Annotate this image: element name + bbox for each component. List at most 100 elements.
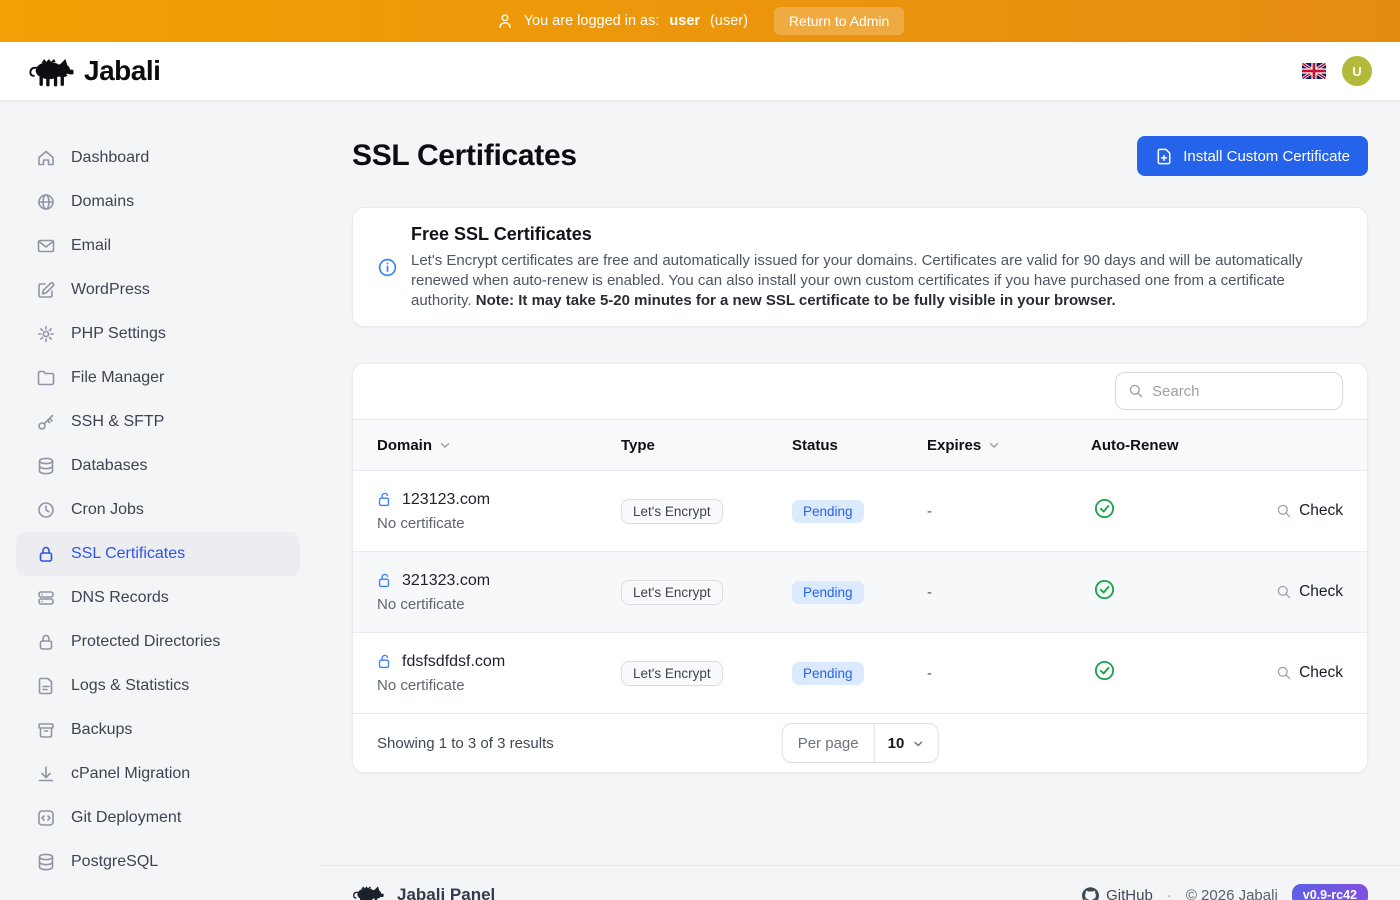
sidebar-item-label: Domains (71, 193, 134, 211)
certificate-status-text: No certificate (377, 677, 621, 694)
sidebar-item-php-settings[interactable]: PHP Settings (16, 312, 300, 356)
auto-renew-check-icon (1093, 578, 1116, 601)
auto-renew-check-icon (1093, 497, 1116, 520)
github-label: GitHub (1106, 887, 1153, 900)
sidebar-item-label: SSH & SFTP (71, 413, 164, 431)
sidebar-item-git-deployment[interactable]: Git Deployment (16, 796, 300, 840)
type-badge: Let's Encrypt (621, 661, 723, 686)
table-row: fdsfsdfdsf.com No certificate Let's Encr… (353, 633, 1367, 714)
search-icon (1276, 665, 1292, 681)
search-input[interactable] (1152, 383, 1330, 400)
info-body-note: Note: It may take 5-20 minutes for a new… (476, 292, 1116, 309)
sidebar-item-label: WordPress (71, 281, 150, 299)
type-badge: Let's Encrypt (621, 580, 723, 605)
server-icon (36, 588, 56, 608)
sidebar-item-label: Logs & Statistics (71, 677, 189, 695)
table-row: 123123.com No certificate Let's Encrypt … (353, 471, 1367, 552)
sidebar-item-protected-directories[interactable]: Protected Directories (16, 620, 300, 664)
sidebar-item-logs-statistics[interactable]: Logs & Statistics (16, 664, 300, 708)
language-flag-icon[interactable] (1302, 63, 1326, 79)
sidebar-item-dashboard[interactable]: Dashboard (16, 136, 300, 180)
check-certificate-button[interactable]: Check (1276, 664, 1343, 682)
search-icon (1276, 503, 1292, 519)
sidebar-item-label: PHP Settings (71, 325, 166, 343)
chevron-down-icon (987, 438, 1001, 452)
padlock-icon (36, 632, 56, 652)
return-to-admin-button[interactable]: Return to Admin (774, 7, 904, 35)
lock-icon (36, 544, 56, 564)
chevron-down-icon (438, 438, 452, 452)
sidebar-item-email[interactable]: Email (16, 224, 300, 268)
github-link[interactable]: GitHub (1082, 887, 1153, 900)
sidebar-item-databases[interactable]: Databases (16, 444, 300, 488)
per-page-select[interactable]: Per page 10 (782, 723, 939, 763)
file-plus-icon (1155, 147, 1174, 166)
column-label: Auto-Renew (1091, 437, 1179, 454)
user-avatar[interactable]: U (1342, 56, 1372, 86)
column-label: Status (792, 437, 838, 454)
copyright-text: © 2026 Jabali (1186, 887, 1278, 900)
search-icon (1276, 584, 1292, 600)
footer-brand-name: Jabali Panel (397, 885, 495, 900)
results-summary: Showing 1 to 3 of 3 results (377, 735, 554, 752)
chevron-down-icon (911, 737, 924, 750)
status-badge: Pending (792, 662, 864, 685)
column-header-type: Type (621, 437, 792, 454)
check-certificate-button[interactable]: Check (1276, 502, 1343, 520)
sidebar-item-wordpress[interactable]: WordPress (16, 268, 300, 312)
github-icon (1082, 887, 1099, 900)
sidebar-item-cron-jobs[interactable]: Cron Jobs (16, 488, 300, 532)
sidebar-item-label: File Manager (71, 369, 164, 387)
sidebar-item-label: Dashboard (71, 149, 149, 167)
auto-renew-check-icon (1093, 659, 1116, 682)
mail-icon (36, 236, 56, 256)
gear-icon (36, 324, 56, 344)
per-page-value: 10 (888, 735, 905, 752)
boar-logo-icon (352, 884, 384, 900)
sidebar-item-dns-records[interactable]: DNS Records (16, 576, 300, 620)
column-header-domain[interactable]: Domain (377, 437, 621, 454)
logged-in-text: You are logged in as: (524, 13, 660, 29)
sidebar-item-ssh-sftp[interactable]: SSH & SFTP (16, 400, 300, 444)
sidebar-item-cpanel-migration[interactable]: cPanel Migration (16, 752, 300, 796)
info-box-title: Free SSL Certificates (411, 223, 1339, 245)
expires-value: - (927, 584, 1091, 601)
app-header: Jabali U (0, 42, 1400, 100)
download-icon (36, 764, 56, 784)
impersonation-banner: You are logged in as: user (user) Return… (0, 0, 1400, 42)
expires-value: - (927, 665, 1091, 682)
key-icon (36, 412, 56, 432)
database-icon (36, 852, 56, 872)
folder-icon (36, 368, 56, 388)
globe-icon (36, 192, 56, 212)
sidebar-item-label: Git Deployment (71, 809, 181, 827)
sidebar-item-file-manager[interactable]: File Manager (16, 356, 300, 400)
status-badge: Pending (792, 581, 864, 604)
sidebar-item-label: Protected Directories (71, 633, 220, 651)
certificates-table-card: Domain Type Status Expires Auto-Renew 12… (352, 363, 1368, 773)
domain-name: fdsfsdfdsf.com (402, 653, 505, 671)
sidebar-item-label: Cron Jobs (71, 501, 144, 519)
column-header-expires[interactable]: Expires (927, 437, 1091, 454)
unlock-icon (377, 572, 394, 589)
brand-logo[interactable]: Jabali (28, 55, 160, 87)
install-custom-certificate-button[interactable]: Install Custom Certificate (1137, 136, 1368, 176)
sidebar-item-postgresql[interactable]: PostgreSQL (16, 840, 300, 884)
column-header-auto-renew: Auto-Renew (1091, 437, 1343, 454)
check-certificate-button[interactable]: Check (1276, 583, 1343, 601)
page-title: SSL Certificates (352, 139, 577, 173)
sidebar-item-backups[interactable]: Backups (16, 708, 300, 752)
column-label: Type (621, 437, 655, 454)
sidebar-item-ssl-certificates[interactable]: SSL Certificates (16, 532, 300, 576)
sidebar-item-domains[interactable]: Domains (16, 180, 300, 224)
unlock-icon (377, 491, 394, 508)
brand-name: Jabali (84, 55, 160, 87)
page-footer: Jabali Panel GitHub · © 2026 Jabali v0.9… (320, 865, 1400, 900)
info-icon (377, 257, 398, 278)
free-ssl-info-box: Free SSL Certificates Let's Encrypt cert… (352, 207, 1368, 327)
table-pagination: Showing 1 to 3 of 3 results Per page 10 (353, 714, 1367, 772)
edit-icon (36, 280, 56, 300)
home-icon (36, 148, 56, 168)
sidebar-item-label: Databases (71, 457, 148, 475)
column-label: Expires (927, 437, 981, 454)
